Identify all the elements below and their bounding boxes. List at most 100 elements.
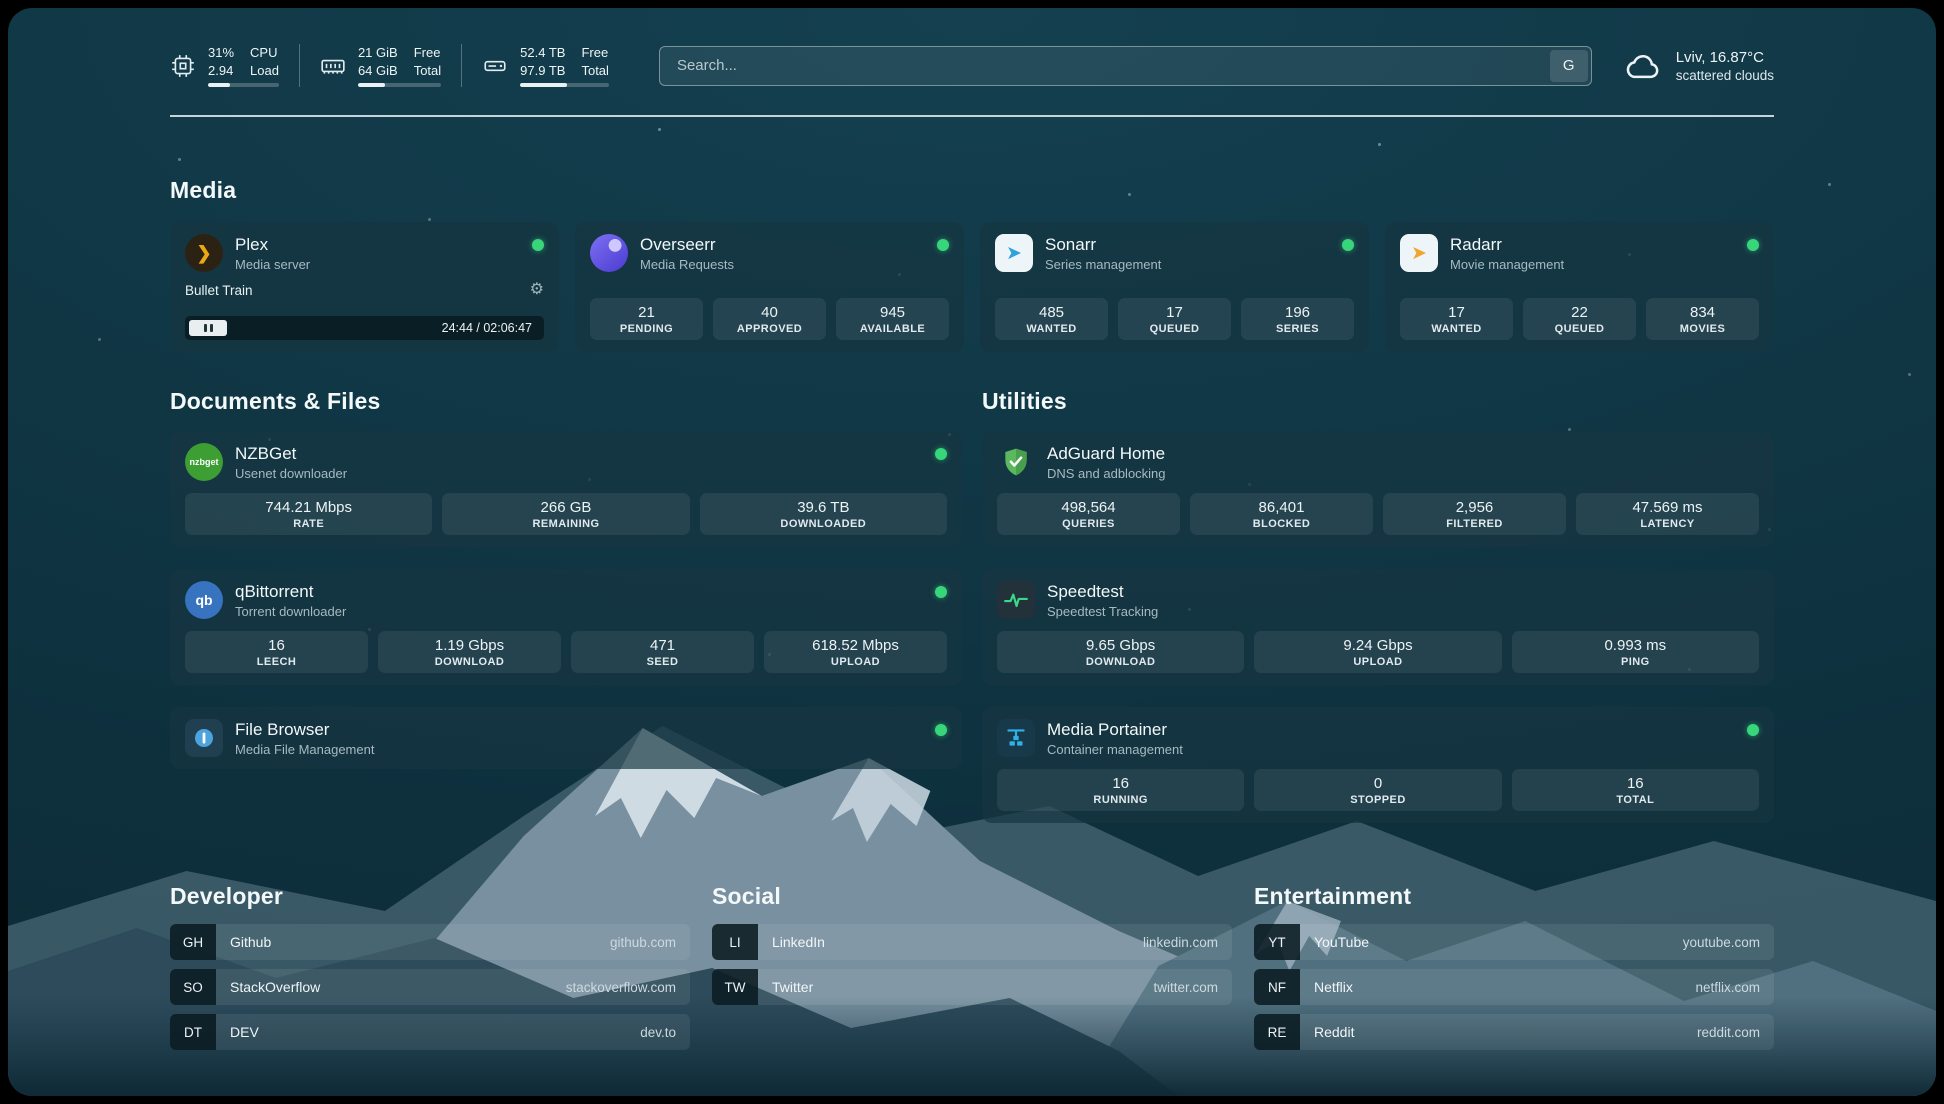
bookmark-url: reddit.com xyxy=(1697,1025,1760,1040)
stat-stopped: 0STOPPED xyxy=(1254,769,1501,811)
app-name: Overseerr xyxy=(640,235,734,255)
memory-free: 21 GiB xyxy=(358,44,398,62)
app-subtitle: Usenet downloader xyxy=(235,466,347,481)
adguard-shield-icon xyxy=(997,443,1035,481)
app-subtitle: Media server xyxy=(235,257,310,272)
stat-running: 16RUNNING xyxy=(997,769,1244,811)
bookmark-url: youtube.com xyxy=(1683,935,1760,950)
radarr-card[interactable]: ➤ Radarr Movie management 17WANTED 22QUE… xyxy=(1385,222,1774,352)
filebrowser-icon xyxy=(185,719,223,757)
memory-labels: Free Total xyxy=(414,44,441,79)
stat-queued: 22QUEUED xyxy=(1523,298,1636,340)
status-online-dot xyxy=(935,586,947,598)
app-subtitle: Torrent downloader xyxy=(235,604,346,619)
bookmark-abbr: RE xyxy=(1254,1014,1300,1050)
weather-widget: Lviv, 16.87°C scattered clouds xyxy=(1622,46,1774,86)
cpu-load: 2.94 xyxy=(208,62,234,80)
stat-available: 945AVAILABLE xyxy=(836,298,949,340)
weather-condition: scattered clouds xyxy=(1676,68,1774,83)
app-subtitle: Movie management xyxy=(1450,257,1564,272)
adguard-card[interactable]: AdGuard Home DNS and adblocking 498,564Q… xyxy=(982,431,1774,547)
stat-rate: 744.21 MbpsRATE xyxy=(185,493,432,535)
cloud-icon xyxy=(1622,46,1662,86)
section-social: Social LI LinkedIn linkedin.com TW Twitt… xyxy=(712,883,1232,1050)
bookmark-abbr: SO xyxy=(170,969,216,1005)
status-online-dot xyxy=(1747,239,1759,251)
player-time: 24:44 / 02:06:47 xyxy=(442,321,540,335)
bookmark-reddit[interactable]: RE Reddit reddit.com xyxy=(1254,1014,1774,1050)
status-online-dot xyxy=(1342,239,1354,251)
top-bar: 31% 2.94 CPU Load xyxy=(170,44,1774,87)
app-name: NZBGet xyxy=(235,444,347,464)
bookmark-name: Github xyxy=(230,934,271,950)
search-engine-button[interactable]: G xyxy=(1550,50,1588,82)
nzbget-icon: nzbget xyxy=(185,443,223,481)
sonarr-card[interactable]: ➤ Sonarr Series management 485WANTED 17Q… xyxy=(980,222,1369,352)
bookmark-name: Reddit xyxy=(1314,1024,1354,1040)
bookmark-url: linkedin.com xyxy=(1143,935,1218,950)
nzbget-card[interactable]: nzbget NZBGet Usenet downloader 744.21 M… xyxy=(170,431,962,547)
pause-button[interactable] xyxy=(189,320,227,336)
speedtest-card[interactable]: Speedtest Speedtest Tracking 9.65 GbpsDO… xyxy=(982,569,1774,685)
bookmark-abbr: NF xyxy=(1254,969,1300,1005)
bookmark-dev[interactable]: DT DEV dev.to xyxy=(170,1014,690,1050)
portainer-card[interactable]: Media Portainer Container management 16R… xyxy=(982,707,1774,823)
cpu-stats-widget: 31% 2.94 CPU Load xyxy=(170,44,299,87)
bookmark-github[interactable]: GH Github github.com xyxy=(170,924,690,960)
bookmark-name: Twitter xyxy=(772,979,813,995)
bookmark-twitter[interactable]: TW Twitter twitter.com xyxy=(712,969,1232,1005)
app-subtitle: Series management xyxy=(1045,257,1161,272)
section-entertainment: Entertainment YT YouTube youtube.com NF … xyxy=(1254,883,1774,1050)
player-progress-bar[interactable]: 24:44 / 02:06:47 xyxy=(185,316,544,340)
cpu-progress-bar xyxy=(208,83,279,87)
media-section-title: Media xyxy=(170,177,1774,204)
search-input[interactable] xyxy=(663,57,1550,74)
qbittorrent-card[interactable]: qb qBittorrent Torrent downloader 16LEEC… xyxy=(170,569,962,685)
bookmark-youtube[interactable]: YT YouTube youtube.com xyxy=(1254,924,1774,960)
bookmark-linkedin[interactable]: LI LinkedIn linkedin.com xyxy=(712,924,1232,960)
radarr-icon: ➤ xyxy=(1400,234,1438,272)
entertainment-section-title: Entertainment xyxy=(1254,883,1774,910)
stat-wanted: 485WANTED xyxy=(995,298,1108,340)
stat-queued: 17QUEUED xyxy=(1118,298,1231,340)
bookmark-netflix[interactable]: NF Netflix netflix.com xyxy=(1254,969,1774,1005)
overseerr-card[interactable]: Overseerr Media Requests 21PENDING 40APP… xyxy=(575,222,964,352)
portainer-icon xyxy=(997,719,1035,757)
bookmark-stackoverflow[interactable]: SO StackOverflow stackoverflow.com xyxy=(170,969,690,1005)
bookmark-abbr: LI xyxy=(712,924,758,960)
stat-leech: 16LEECH xyxy=(185,631,368,673)
stat-ping: 0.993 msPING xyxy=(1512,631,1759,673)
status-online-dot xyxy=(935,724,947,736)
app-subtitle: DNS and adblocking xyxy=(1047,466,1166,481)
disk-total: 97.9 TB xyxy=(520,62,565,80)
section-utilities: Utilities AdGu xyxy=(982,388,1774,823)
stat-remaining: 266 GBREMAINING xyxy=(442,493,689,535)
bookmark-name: DEV xyxy=(230,1024,259,1040)
bookmark-abbr: DT xyxy=(170,1014,216,1050)
overseerr-icon xyxy=(590,234,628,272)
stat-queries: 498,564QUERIES xyxy=(997,493,1180,535)
cpu-icon xyxy=(170,53,196,79)
memory-values: 21 GiB 64 GiB xyxy=(358,44,398,79)
settings-gear-icon[interactable]: ⚙ xyxy=(530,282,544,298)
stat-download: 1.19 GbpsDOWNLOAD xyxy=(378,631,561,673)
speedtest-icon xyxy=(997,581,1035,619)
stat-series: 196SERIES xyxy=(1241,298,1354,340)
app-name: Plex xyxy=(235,235,310,255)
stat-blocked: 86,401BLOCKED xyxy=(1190,493,1373,535)
disk-stats-widget: 52.4 TB 97.9 TB Free Total xyxy=(461,44,629,87)
media-cards-row: ❯ Plex Media server Bullet Train ⚙ 24:44 xyxy=(170,222,1774,352)
memory-progress-bar xyxy=(358,83,441,87)
app-name: File Browser xyxy=(235,720,374,740)
bookmark-abbr: YT xyxy=(1254,924,1300,960)
social-section-title: Social xyxy=(712,883,1232,910)
plex-card[interactable]: ❯ Plex Media server Bullet Train ⚙ 24:44 xyxy=(170,222,559,352)
developer-section-title: Developer xyxy=(170,883,690,910)
filebrowser-card[interactable]: File Browser Media File Management xyxy=(170,707,962,769)
bookmark-url: twitter.com xyxy=(1153,980,1218,995)
weather-location-temp: Lviv, 16.87°C xyxy=(1676,49,1774,66)
stat-approved: 40APPROVED xyxy=(713,298,826,340)
stat-movies: 834MOVIES xyxy=(1646,298,1759,340)
section-developer: Developer GH Github github.com SO StackO… xyxy=(170,883,690,1050)
utilities-section-title: Utilities xyxy=(982,388,1774,415)
